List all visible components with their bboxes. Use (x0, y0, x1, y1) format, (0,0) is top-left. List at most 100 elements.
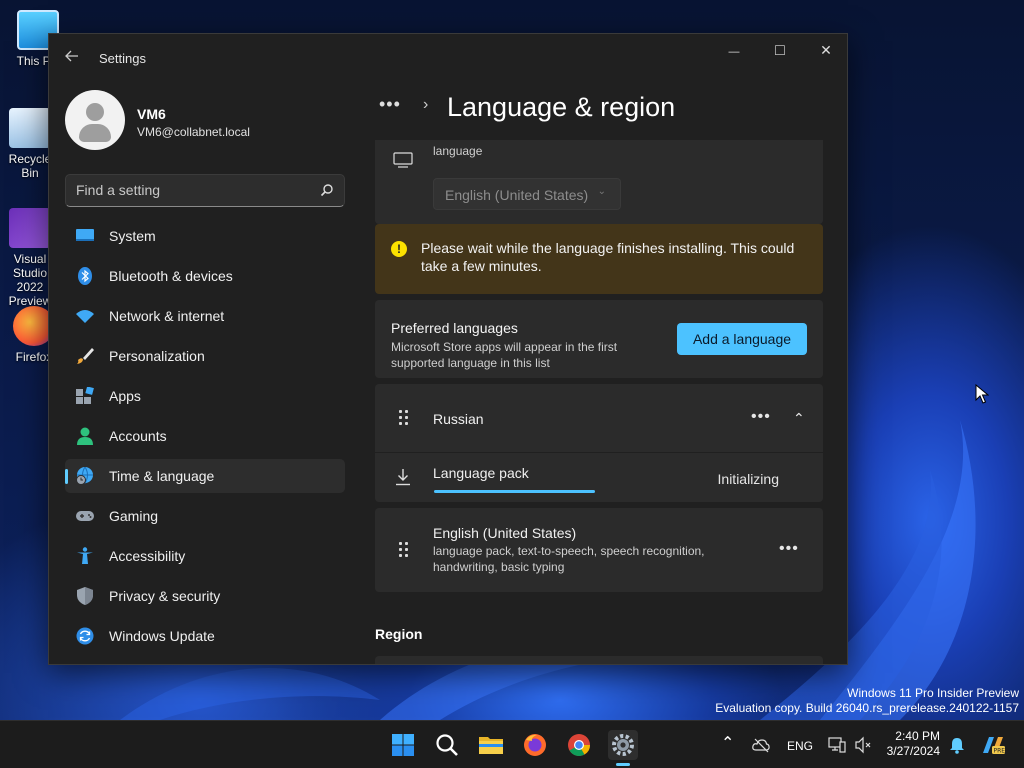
sidebar-item-label: Accounts (109, 428, 167, 444)
update-icon (76, 627, 94, 645)
language-features: language pack, text-to-speech, speech re… (433, 544, 705, 574)
sidebar-item-label: Time & language (109, 468, 215, 484)
sidebar-item-system[interactable]: System (65, 219, 345, 253)
taskbar-settings[interactable] (608, 730, 638, 766)
copilot-preview-icon[interactable]: PRE (980, 733, 1006, 757)
tray-overflow-chevron[interactable]: ⌃ (721, 733, 734, 768)
sidebar-item-label: Apps (109, 388, 141, 404)
taskbar-chrome[interactable] (564, 730, 594, 760)
preferred-languages-title: Preferred languages (391, 320, 518, 336)
bluetooth-icon (78, 267, 92, 285)
title-bar: Settings — □ ✕ (49, 34, 847, 82)
user-avatar[interactable] (65, 90, 125, 150)
desktop-icon-label: Recycle Bin (8, 152, 52, 180)
sidebar-item-accounts[interactable]: Accounts (65, 419, 345, 453)
sidebar-item-accessibility[interactable]: Accessibility (65, 539, 345, 573)
avatar-body (79, 124, 111, 142)
maximize-button[interactable]: □ (757, 34, 803, 66)
drag-handle-icon[interactable] (399, 410, 409, 426)
sidebar-item-time-language[interactable]: Time & language (65, 459, 345, 493)
more-options-button[interactable]: ••• (779, 540, 799, 558)
display-language-subtitle: language (433, 144, 483, 158)
sidebar-item-windows-update[interactable]: Windows Update (65, 619, 345, 653)
start-button[interactable] (388, 730, 418, 760)
warning-icon: ! (391, 241, 407, 257)
shield-icon (77, 587, 93, 605)
cloud-offline-icon[interactable] (752, 737, 770, 753)
content-pane: language English (United States) ⌄ ! Ple… (375, 140, 823, 664)
input-language-indicator[interactable]: ENG (787, 739, 813, 768)
evaluation-watermark: Windows 11 Pro Insider Preview Evaluatio… (715, 686, 1019, 716)
person-icon (77, 427, 93, 445)
chevron-down-icon: ⌄ (597, 186, 606, 197)
recycle-bin-icon (9, 108, 51, 148)
breadcrumb-overflow-button[interactable]: ••• (379, 94, 401, 115)
user-name: VM6 (137, 106, 166, 122)
notification-bell-icon[interactable] (948, 736, 966, 754)
speaker-muted-icon[interactable] (854, 736, 872, 754)
windows-display-language-card: language English (United States) ⌄ (375, 140, 823, 224)
close-button[interactable]: ✕ (803, 34, 847, 66)
region-heading: Region (375, 626, 423, 642)
sidebar-item-label: Accessibility (109, 548, 186, 564)
sidebar-item-bluetooth[interactable]: Bluetooth & devices (65, 259, 345, 293)
warning-text: Please wait while the language finishes … (421, 240, 795, 274)
add-language-button[interactable]: Add a language (677, 323, 807, 355)
sidebar-item-label: Personalization (109, 348, 205, 364)
taskbar-clock[interactable]: 2:40 PM 3/27/2024 (887, 729, 940, 759)
wifi-icon (76, 310, 94, 323)
taskbar-file-explorer[interactable] (476, 730, 506, 760)
page-title: Language & region (447, 92, 676, 122)
svg-text:PRE: PRE (994, 748, 1006, 755)
language-pack-label: Language pack (433, 465, 529, 481)
language-item-english-us[interactable]: English (United States) language pack, t… (375, 508, 823, 592)
language-pack-progress-bar (434, 490, 595, 493)
user-email: VM6@collabnet.local (137, 125, 250, 139)
apps-icon (76, 387, 94, 404)
taskbar-firefox[interactable] (520, 730, 550, 760)
search-box (65, 174, 345, 207)
download-icon (396, 469, 410, 486)
breadcrumb-chevron-icon: › (423, 96, 429, 113)
language-name: English (United States) (433, 525, 577, 541)
chrome-icon (568, 734, 590, 756)
monitor-icon (393, 152, 413, 168)
clock-time: 2:40 PM (895, 729, 940, 743)
sidebar-item-network[interactable]: Network & internet (65, 299, 345, 333)
minimize-button[interactable]: — (711, 34, 757, 66)
gear-icon (612, 734, 634, 756)
search-icon (436, 734, 458, 756)
display-language-dropdown[interactable]: English (United States) ⌄ (433, 178, 621, 210)
search-input[interactable] (76, 182, 311, 198)
search-icon[interactable] (320, 183, 334, 197)
maximize-icon: □ (775, 42, 785, 59)
gamepad-icon (76, 511, 94, 521)
sidebar-item-apps[interactable]: Apps (65, 379, 345, 413)
settings-window: Settings — □ ✕ VM6 VM6@collabnet.local S… (48, 33, 848, 665)
collapse-chevron-icon[interactable]: ⌃ (793, 410, 805, 427)
desktop-icon-label: Visual Studio 2022 Preview (8, 252, 52, 308)
mouse-cursor-icon (975, 384, 989, 404)
language-item-russian[interactable]: Russian ••• ⌃ (375, 384, 823, 452)
accessibility-icon (77, 547, 93, 564)
sidebar-item-label: Windows Update (109, 628, 215, 644)
more-options-button[interactable]: ••• (751, 408, 771, 426)
sidebar-item-label: Bluetooth & devices (109, 268, 233, 284)
sidebar-item-personalization[interactable]: Personalization (65, 339, 345, 373)
sidebar-item-label: Gaming (109, 508, 159, 524)
back-button[interactable] (61, 48, 83, 68)
taskbar: ⌃ ENG 2:40 PM 3/27/2024 PRE (0, 720, 1024, 768)
sidebar-item-gaming[interactable]: Gaming (65, 499, 345, 533)
install-warning-banner: ! Please wait while the language finishe… (375, 224, 823, 294)
display-icon (76, 229, 94, 241)
folder-icon (479, 737, 503, 754)
minimize-icon: — (728, 46, 740, 58)
avatar-head (86, 103, 104, 121)
sidebar-item-privacy[interactable]: Privacy & security (65, 579, 345, 613)
sidebar-item-label: Privacy & security (109, 588, 221, 604)
taskbar-search-button[interactable] (432, 730, 462, 760)
preferred-languages-card: Preferred languages Microsoft Store apps… (375, 300, 823, 378)
drag-handle-icon[interactable] (399, 542, 409, 558)
language-pack-row: Language pack Initializing (375, 453, 823, 502)
network-icon[interactable] (828, 736, 846, 754)
